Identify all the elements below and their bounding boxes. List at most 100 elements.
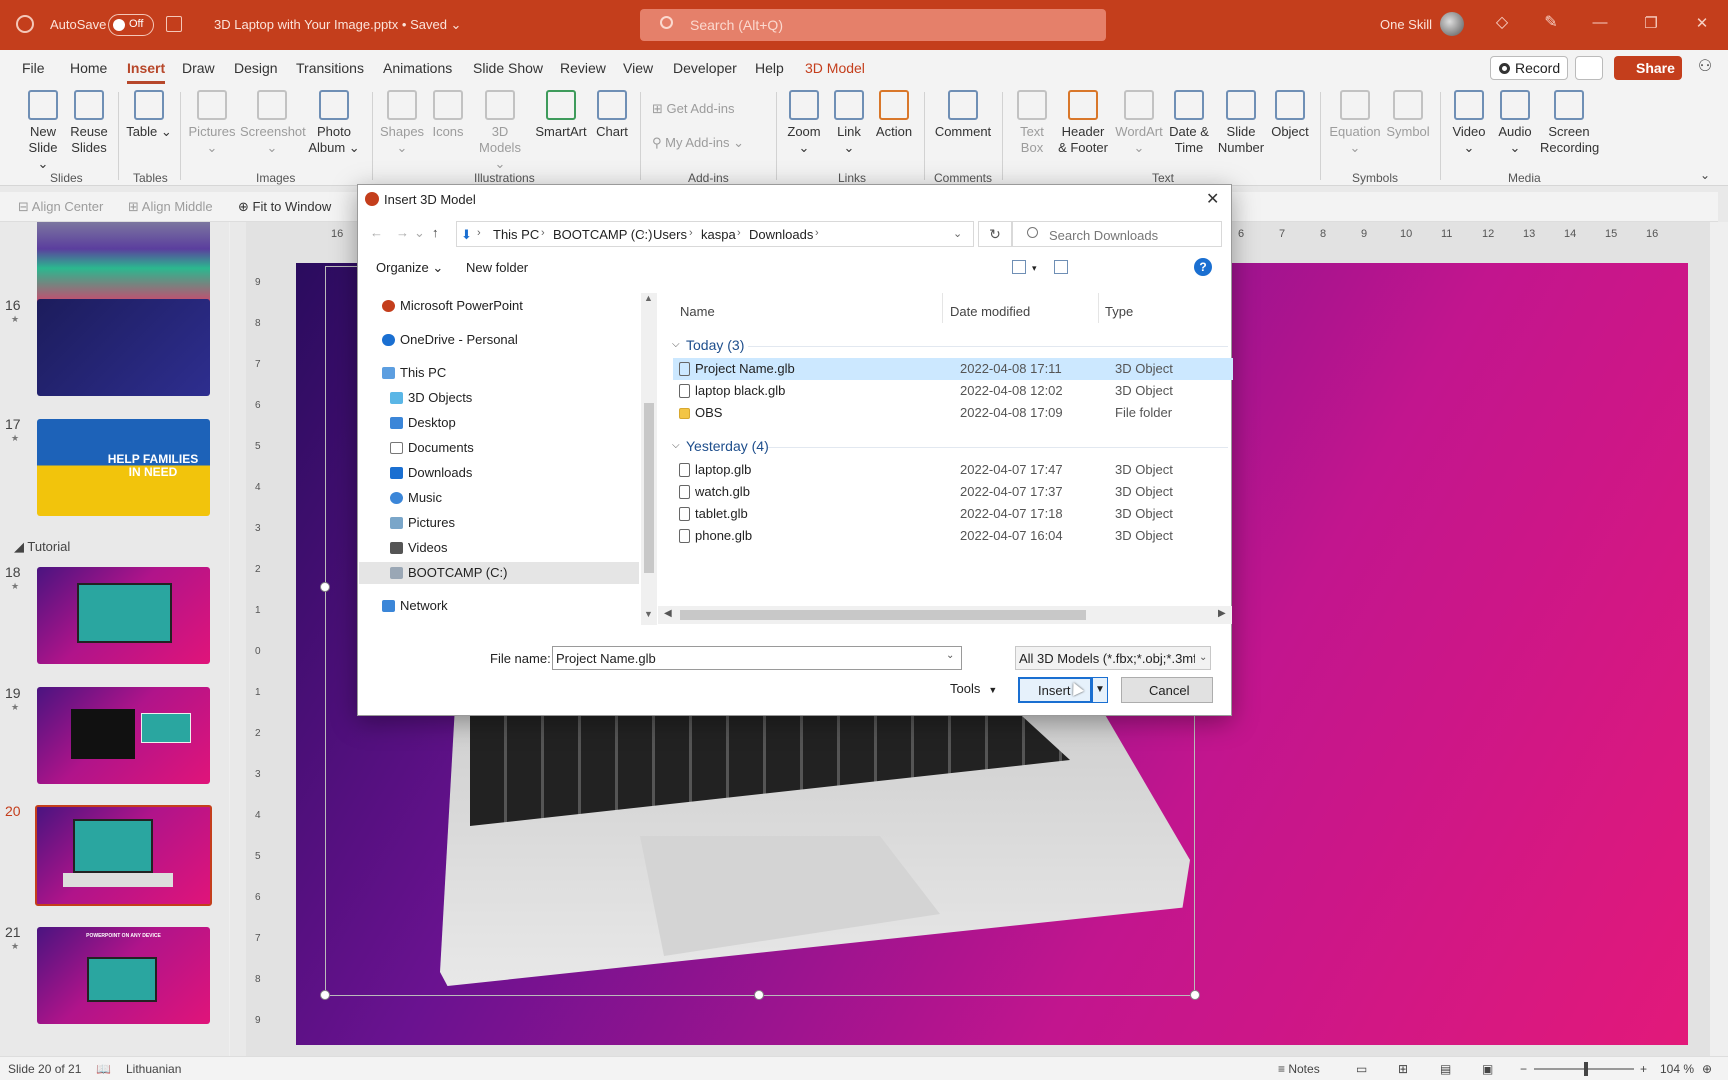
navigation-scrollbar[interactable]: ▲ ▼ — [641, 293, 657, 625]
file-row[interactable]: Project Name.glb 2022-04-08 17:11 3D Objec… — [673, 358, 1233, 380]
organize-button[interactable]: Organize ⌄ — [376, 260, 443, 276]
file-row[interactable]: phone.glb 2022-04-07 16:04 3D Object — [673, 525, 1233, 547]
scroll-up-icon[interactable]: ▲ — [644, 293, 653, 303]
refresh-icon[interactable]: ↻ — [978, 221, 1012, 247]
zoom-out-icon[interactable]: − — [1520, 1062, 1527, 1076]
slide-thumbnail[interactable] — [37, 299, 210, 396]
slide-number-button[interactable]: Slide Number — [1216, 90, 1266, 156]
slide-thumbnail[interactable] — [37, 222, 210, 307]
file-row[interactable]: OBS 2022-04-08 17:09 File folder — [673, 402, 1233, 424]
notes-button[interactable]: ≡ Notes — [1278, 1062, 1320, 1076]
recent-locations-icon[interactable]: ⌄ — [414, 225, 425, 241]
document-title[interactable]: 3D Laptop with Your Image.pptx • Saved ⌄ — [214, 17, 461, 33]
scrollbar-thumb[interactable] — [680, 610, 1086, 620]
file-row[interactable]: tablet.glb 2022-04-07 17:18 3D Object — [673, 503, 1233, 525]
file-row[interactable]: laptop black.glb 2022-04-08 12:02 3D Objec… — [673, 380, 1233, 402]
chevron-down-icon[interactable]: ▾ — [1032, 263, 1037, 274]
table-button[interactable]: Table ⌄ — [126, 90, 172, 140]
fit-to-window-button[interactable]: ⊕ Fit to Window — [238, 199, 331, 215]
chevron-down-icon[interactable]: ⌄ — [946, 650, 954, 661]
normal-view-icon[interactable]: ▭ — [1356, 1062, 1367, 1076]
tab-3d-model[interactable]: 3D Model — [805, 60, 865, 76]
text-box-button[interactable]: Text Box — [1010, 90, 1054, 156]
diamond-icon[interactable]: ◇ — [1493, 14, 1511, 32]
record-button[interactable]: Record — [1490, 56, 1568, 80]
header-footer-button[interactable]: Header & Footer — [1056, 90, 1110, 156]
help-icon[interactable]: ? — [1194, 258, 1212, 276]
screenshot-button[interactable]: Screenshot ⌄ — [240, 90, 306, 156]
my-addins-button[interactable]: ⚲ My Add-ins ⌄ — [652, 135, 744, 151]
chevron-down-icon[interactable]: ⌄ — [953, 227, 962, 240]
save-icon[interactable] — [166, 16, 182, 32]
group-header-today[interactable]: ⌵ Today (3) — [672, 337, 762, 357]
resize-handle[interactable] — [754, 990, 764, 1000]
audio-button[interactable]: Audio ⌄ — [1494, 90, 1536, 156]
slide-thumbnail-current[interactable] — [35, 805, 212, 906]
date-time-button[interactable]: Date & Time — [1166, 90, 1212, 156]
forward-icon[interactable]: → — [396, 225, 409, 240]
3d-models-button[interactable]: 3D Models ⌄ — [474, 90, 526, 172]
nav-item-network[interactable]: Network — [382, 595, 622, 617]
zoom-in-icon[interactable]: + — [1640, 1062, 1647, 1076]
search-input[interactable]: Search (Alt+Q) — [640, 9, 1106, 41]
shapes-button[interactable]: Shapes ⌄ — [378, 90, 426, 156]
resize-handle[interactable] — [1190, 990, 1200, 1000]
tab-review[interactable]: Review — [560, 60, 606, 76]
tab-slide-show[interactable]: Slide Show — [473, 60, 543, 76]
column-header-name[interactable]: Name — [680, 304, 715, 319]
scroll-right-icon[interactable]: ▶ — [1218, 608, 1226, 619]
nav-item-documents[interactable]: Documents — [390, 437, 622, 459]
horizontal-scrollbar[interactable]: ◀ ▶ — [658, 606, 1232, 624]
autosave-toggle[interactable]: Off — [108, 14, 154, 36]
video-button[interactable]: Video ⌄ — [1448, 90, 1490, 156]
tab-transitions[interactable]: Transitions — [296, 60, 364, 76]
search-downloads-input[interactable]: Search Downloads — [1012, 221, 1222, 247]
slide-thumbnail[interactable] — [37, 687, 210, 784]
scrollbar-thumb[interactable] — [644, 403, 654, 573]
align-middle-button[interactable]: ⊞ Align Middle — [128, 199, 213, 215]
view-options-icon[interactable] — [1012, 260, 1026, 274]
breadcrumb-users[interactable]: Users — [653, 227, 687, 242]
close-icon[interactable]: ✕ — [1692, 14, 1712, 32]
equation-button[interactable]: Equation ⌄ — [1328, 90, 1382, 156]
share-button[interactable]: Share — [1614, 56, 1682, 80]
pictures-button[interactable]: Pictures ⌄ — [188, 90, 236, 156]
zoom-slider-thumb[interactable] — [1584, 1062, 1588, 1076]
insert-options-button[interactable]: ▼ — [1092, 677, 1108, 703]
align-center-button[interactable]: ⊟ Align Center — [18, 199, 103, 215]
tab-animations[interactable]: Animations — [383, 60, 452, 76]
nav-item-desktop[interactable]: Desktop — [390, 412, 622, 434]
screen-recording-button[interactable]: Screen Recording — [1540, 90, 1599, 156]
link-button[interactable]: Link ⌄ — [832, 90, 866, 156]
comment-button[interactable]: Comment — [932, 90, 994, 140]
zoom-level[interactable]: 104 % — [1660, 1062, 1694, 1076]
back-icon[interactable]: ← — [370, 225, 383, 240]
slide-sorter-icon[interactable]: ⊞ — [1398, 1062, 1408, 1076]
scroll-down-icon[interactable]: ▼ — [644, 609, 653, 619]
nav-item-this-pc[interactable]: This PC — [382, 362, 622, 384]
comments-button[interactable] — [1575, 56, 1603, 80]
file-row[interactable]: laptop.glb 2022-04-07 17:47 3D Object — [673, 459, 1233, 481]
nav-item-powerpoint[interactable]: Microsoft PowerPoint — [382, 295, 622, 317]
reuse-slides-button[interactable]: Reuse Slides — [68, 90, 110, 156]
section-title[interactable]: ◢ Tutorial — [14, 539, 70, 555]
object-button[interactable]: Object — [1268, 90, 1312, 140]
symbol-button[interactable]: Symbol — [1384, 90, 1432, 140]
slide-thumbnail[interactable] — [37, 567, 210, 664]
tab-help[interactable]: Help — [755, 60, 784, 76]
tools-button[interactable]: Tools ▼ — [950, 681, 997, 696]
file-row[interactable]: watch.glb 2022-04-07 17:37 3D Object — [673, 481, 1233, 503]
pen-icon[interactable]: ✎ — [1542, 14, 1560, 32]
slide-thumbnail[interactable]: HELP FAMILIES IN NEED — [37, 419, 210, 516]
photo-album-button[interactable]: Photo Album ⌄ — [308, 90, 360, 156]
nav-item-3d-objects[interactable]: 3D Objects — [390, 387, 622, 409]
spelling-icon[interactable]: 📖 — [96, 1062, 111, 1076]
zoom-button[interactable]: Zoom ⌄ — [784, 90, 824, 156]
tab-file[interactable]: File — [22, 60, 45, 76]
tab-draw[interactable]: Draw — [182, 60, 215, 76]
thumbnails-scrollbar[interactable] — [229, 222, 230, 1056]
breadcrumb-downloads[interactable]: Downloads — [749, 227, 813, 242]
slideshow-icon[interactable]: ▣ — [1482, 1062, 1493, 1076]
nav-item-downloads[interactable]: Downloads — [390, 462, 622, 484]
nav-item-music[interactable]: Music — [390, 487, 622, 509]
